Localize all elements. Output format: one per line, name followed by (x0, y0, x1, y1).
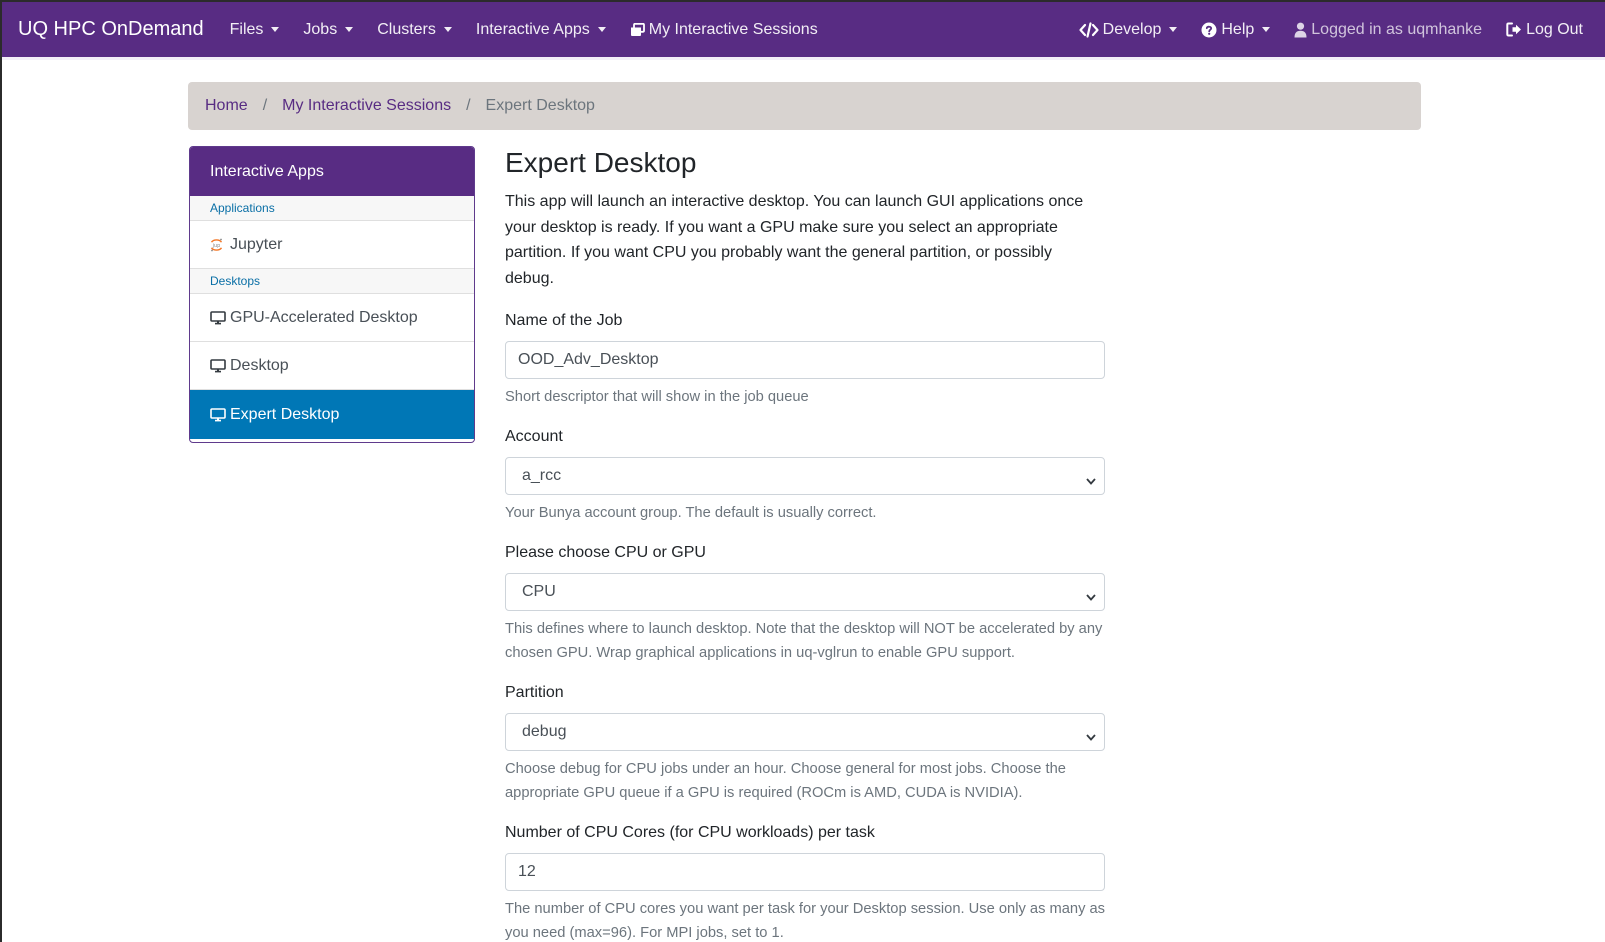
cpu-gpu-help: This defines where to launch desktop. No… (505, 621, 1103, 661)
cpu-cores-help: The number of CPU cores you want per tas… (505, 901, 1106, 941)
caret-down-icon (1169, 27, 1178, 32)
nav-user-status: Logged in as uqmhanke (1282, 21, 1494, 39)
sidebar-item-label: GPU-Accelerated Desktop (230, 308, 418, 326)
top-navbar: UQ HPC OnDemand Files Jobs Clusters Inte… (2, 2, 1605, 60)
breadcrumb-separator: / (466, 97, 471, 114)
breadcrumb-separator: / (262, 97, 268, 114)
partition-help: Choose debug for CPU jobs under an hour.… (505, 761, 1066, 801)
nav-sessions-label: My Interactive Sessions (648, 20, 818, 38)
nav-jobs-dropdown[interactable]: Jobs (291, 21, 365, 39)
cpu-gpu-select-value: CPU (505, 573, 1105, 611)
breadcrumb: Home / My Interactive Sessions / Expert … (188, 82, 1421, 130)
nav-help-label: Help (1221, 20, 1255, 38)
account-select-value: a_rcc (505, 457, 1105, 495)
user-icon (1294, 22, 1307, 38)
nav-develop-label: Develop (1102, 20, 1162, 38)
partition-label: Partition (505, 684, 564, 701)
account-label: Account (505, 428, 563, 445)
breadcrumb-home-link[interactable]: Home (205, 97, 248, 115)
caret-down-icon (1262, 27, 1271, 32)
sidebar-item-label: Expert Desktop (230, 405, 340, 423)
nav-logout-link[interactable]: Log Out (1494, 21, 1595, 39)
nav-develop-dropdown[interactable]: Develop (1067, 21, 1190, 39)
cpu-cores-input[interactable] (505, 853, 1105, 891)
nav-files-label: Files (229, 20, 264, 38)
monitor-icon (210, 407, 228, 422)
monitor-icon (210, 310, 228, 325)
chevron-down-icon (1086, 728, 1096, 746)
form-group-job-name: Name of the Job Short descriptor that wi… (505, 309, 1105, 409)
question-circle-icon (1201, 22, 1217, 38)
interactive-apps-sidebar: Interactive Apps Applications jup Jupyte… (189, 146, 475, 443)
form-group-cpu-gpu: Please choose CPU or GPU CPU This define… (505, 541, 1105, 665)
cpu-gpu-select[interactable]: CPU (505, 573, 1105, 611)
sidebar-item-label: Jupyter (230, 235, 283, 253)
svg-text:jup: jup (212, 243, 221, 249)
partition-select[interactable]: debug (505, 713, 1105, 751)
sidebar-header: Interactive Apps (190, 147, 474, 196)
cpu-cores-label: Number of CPU Cores (for CPU workloads) … (505, 824, 875, 841)
nav-user-label: Logged in as uqmhanke (1311, 20, 1483, 38)
monitor-icon (210, 358, 228, 373)
nav-files-dropdown[interactable]: Files (218, 21, 292, 39)
windows-icon (630, 22, 645, 37)
nav-clusters-label: Clusters (377, 20, 436, 38)
sidebar-group-desktops: Desktops (190, 269, 474, 294)
chevron-down-icon (1086, 472, 1096, 490)
sidebar-item-label: Desktop (230, 356, 289, 374)
form-group-partition: Partition debug Choose debug for CPU job… (505, 681, 1105, 805)
job-name-help: Short descriptor that will show in the j… (505, 389, 809, 405)
job-name-input[interactable] (505, 341, 1105, 379)
sidebar-group-applications: Applications (190, 196, 474, 221)
sidebar-item-expert-desktop[interactable]: Expert Desktop (190, 390, 474, 439)
nav-jobs-label: Jobs (303, 20, 338, 38)
chevron-down-icon (1086, 588, 1096, 606)
sidebar-item-jupyter[interactable]: jup Jupyter (190, 221, 474, 269)
caret-down-icon (597, 27, 606, 32)
page-title: Expert Desktop (505, 147, 697, 178)
sidebar-item-gpu-desktop[interactable]: GPU-Accelerated Desktop (190, 294, 474, 342)
partition-select-value: debug (505, 713, 1105, 751)
nav-logout-label: Log Out (1526, 20, 1583, 38)
navbar-underline (2, 57, 1605, 60)
nav-my-interactive-sessions[interactable]: My Interactive Sessions (618, 21, 830, 39)
app-description: This app will launch an interactive desk… (505, 193, 1084, 287)
form-group-account: Account a_rcc Your Bunya account group. … (505, 425, 1105, 525)
code-icon (1079, 21, 1099, 38)
jupyter-logo-icon: jup (210, 238, 228, 252)
caret-down-icon (271, 27, 280, 32)
nav-interactive-apps-label: Interactive Apps (475, 20, 590, 38)
caret-down-icon (443, 27, 452, 32)
main-content: Expert Desktop This app will launch an i… (505, 146, 1105, 942)
nav-help-dropdown[interactable]: Help (1189, 21, 1282, 39)
nav-clusters-dropdown[interactable]: Clusters (365, 21, 464, 39)
form-group-cpu-cores: Number of CPU Cores (for CPU workloads) … (505, 821, 1105, 942)
account-select[interactable]: a_rcc (505, 457, 1105, 495)
sign-out-icon (1506, 22, 1522, 37)
breadcrumb-current: Expert Desktop (485, 97, 595, 114)
job-name-label: Name of the Job (505, 312, 623, 329)
caret-down-icon (345, 27, 354, 32)
account-help: Your Bunya account group. The default is… (505, 505, 877, 521)
nav-interactive-apps-dropdown[interactable]: Interactive Apps (464, 21, 618, 39)
brand-link[interactable]: UQ HPC OnDemand (18, 18, 204, 41)
breadcrumb-sessions-link[interactable]: My Interactive Sessions (282, 97, 451, 115)
cpu-gpu-label: Please choose CPU or GPU (505, 544, 706, 561)
sidebar-item-desktop[interactable]: Desktop (190, 342, 474, 390)
